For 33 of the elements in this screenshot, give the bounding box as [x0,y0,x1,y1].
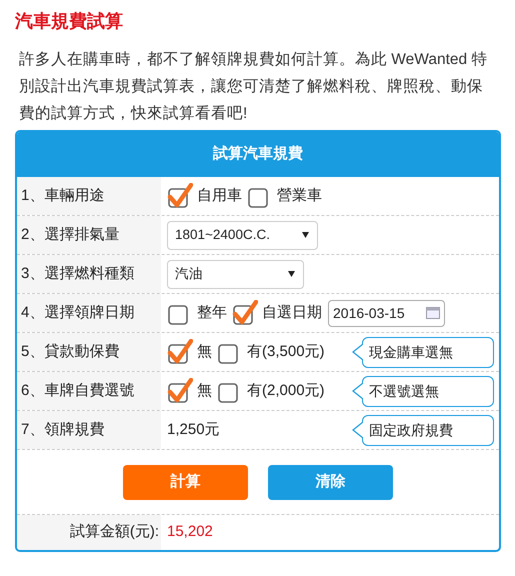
option-label[interactable]: 整年 [197,302,227,324]
caret-icon [288,271,295,277]
option-label[interactable]: 自選日期 [262,302,322,324]
row-label: 3、選擇燃料種類 [17,255,161,293]
tooltip-pointer-icon [351,342,363,362]
option-label[interactable]: 有(2,000元) [247,380,325,402]
fee-value: 1,250元 [167,420,220,440]
option-label[interactable]: 自用車 [197,184,242,208]
result-label: 試算金額(元): [17,515,161,550]
option-label[interactable]: 無 [197,380,212,402]
form-header: 試算汽車規費 [17,132,499,177]
row-label: 5、貸款動保費 [17,333,161,371]
option-label[interactable]: 有(3,500元) [247,340,325,364]
tooltip-pointer-icon [351,381,363,401]
row-label: 7、領牌規費 [17,411,161,449]
row-label: 6、車牌自費選號 [17,372,161,410]
option-label[interactable]: 無 [197,340,212,364]
select-dropdown[interactable]: 汽油 [167,260,304,288]
caret-icon [302,232,309,238]
option-label[interactable]: 營業車 [277,184,322,208]
page-title: 汽車規費試算 [15,10,124,33]
tooltip-pointer-icon [351,420,363,440]
select-dropdown[interactable]: 1801~2400C.C. [167,220,318,250]
result-value: 15,202 [166,522,213,542]
checkbox[interactable] [167,339,193,365]
intro-paragraph: 許多人在購車時，都不了解領牌規費如何計算。為此 WeWanted 特別設計出汽車規費試算表，讓您可清楚了解燃料稅、牌照稅、動保費的試算方式，快來試算看看吧! [18,50,488,124]
checkbox[interactable] [167,378,193,404]
row-label: 2、選擇排氣量 [17,216,161,254]
row-label: 1、車輛用途 [17,177,161,215]
checkbox[interactable] [167,183,193,209]
date-field[interactable]: 2016-03-15 [328,300,445,326]
row-label: 4、選擇領牌日期 [17,294,161,332]
checkbox[interactable] [232,300,258,326]
